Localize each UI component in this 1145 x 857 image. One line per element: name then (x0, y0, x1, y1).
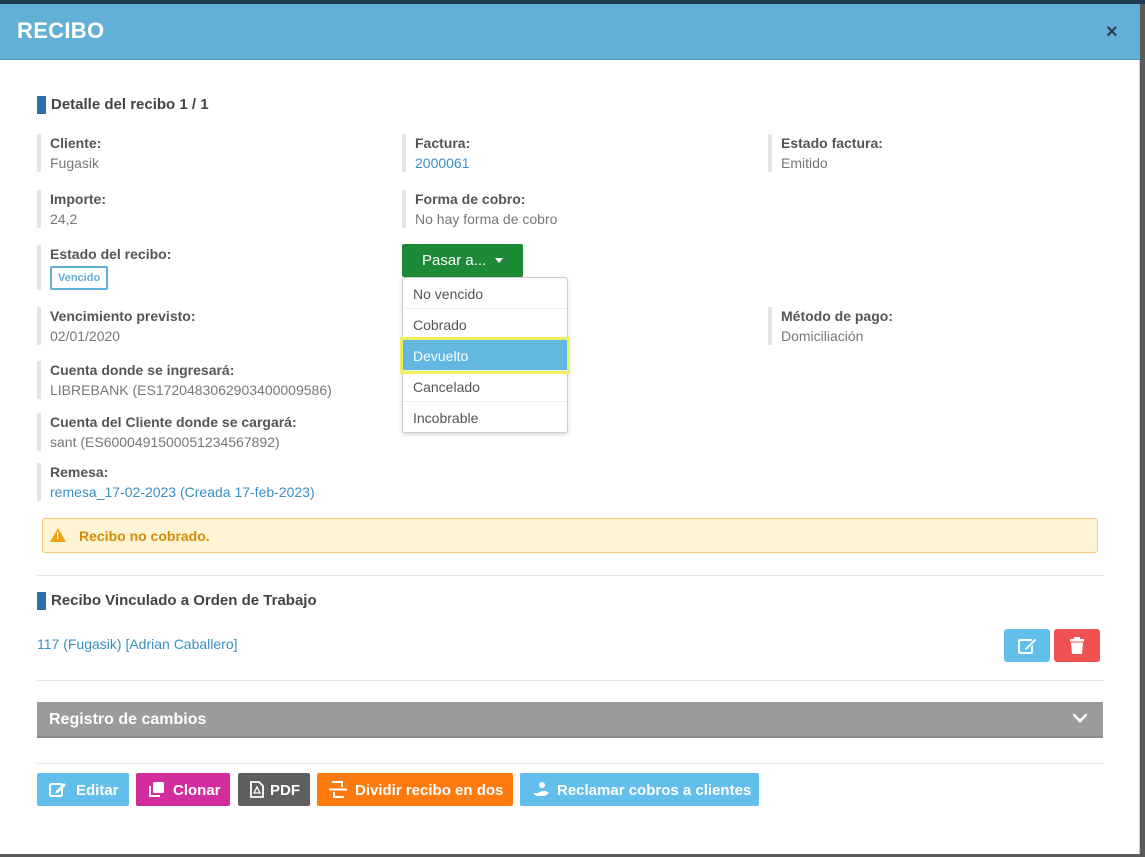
field-estado-recibo: Estado del recibo: Vencido (37, 245, 171, 290)
divider (37, 575, 1103, 576)
menu-item-devuelto[interactable]: Devuelto (400, 337, 570, 374)
editar-label: Editar (76, 782, 119, 799)
field-metodo-pago: Método de pago: Domiciliación (768, 307, 893, 345)
field-remesa: Remesa: remesa_17-02-2023 (Creada 17-feb… (37, 463, 315, 501)
warning-alert: ! Recibo no cobrado. (42, 518, 1098, 553)
field-value: Fugasik (50, 155, 100, 171)
registro-cambios-accordion[interactable]: Registro de cambios (37, 702, 1103, 738)
hand-coin-icon (533, 782, 549, 796)
field-label: Forma de cobro: (415, 191, 526, 207)
field-value: Emitido (781, 155, 828, 171)
accordion-title: Registro de cambios (49, 711, 207, 728)
warning-icon: ! (50, 528, 66, 542)
modal-title: RECIBO (17, 18, 105, 43)
delete-link-button[interactable] (1054, 629, 1100, 662)
field-value: sant (ES6000491500051234567892) (50, 434, 280, 450)
pasar-a-dropdown-button[interactable]: Pasar a... (402, 244, 523, 277)
menu-item-cancelado[interactable]: Cancelado (403, 371, 567, 402)
modal-header: RECIBO × (0, 4, 1140, 60)
factura-link[interactable]: 2000061 (415, 154, 470, 172)
field-label: Importe: (50, 191, 106, 207)
alert-text: Recibo no cobrado. (79, 528, 210, 544)
status-badge: Vencido (50, 266, 109, 290)
field-vencimiento: Vencimiento previsto: 02/01/2020 (37, 307, 195, 345)
caret-down-icon (495, 258, 503, 263)
field-cuenta-cliente: Cuenta del Cliente donde se cargará: san… (37, 413, 297, 451)
pasar-a-menu: No vencido Cobrado Devuelto Cancelado In… (400, 277, 570, 433)
divider (37, 680, 1103, 681)
pdf-label: PDF (270, 782, 300, 799)
field-value: LIBREBANK (ES1720483062903400009586) (50, 382, 332, 398)
dividir-label: Dividir recibo en dos (355, 782, 504, 799)
field-importe: Importe: 24,2 (37, 190, 106, 228)
edit-link-button[interactable] (1004, 629, 1050, 662)
chevron-down-icon (1073, 713, 1087, 723)
close-icon[interactable]: × (1106, 21, 1118, 44)
section-title-detalle: Detalle del recibo 1 / 1 (37, 96, 209, 114)
field-value: 02/01/2020 (50, 328, 121, 344)
field-cuenta-ingreso: Cuenta donde se ingresará: LIBREBANK (ES… (37, 361, 332, 399)
divider (37, 763, 1103, 764)
field-label: Cuenta donde se ingresará: (50, 362, 235, 378)
reclamar-button[interactable]: Reclamar cobros a clientes (520, 773, 759, 806)
editar-button[interactable]: Editar (37, 773, 129, 806)
field-label: Método de pago: (781, 308, 893, 324)
pdf-file-icon (250, 781, 264, 798)
field-factura: Factura: 2000061 (402, 134, 470, 172)
pdf-button[interactable]: PDF (238, 773, 310, 806)
pasar-a-label: Pasar a... (422, 252, 487, 269)
clonar-label: Clonar (173, 782, 221, 799)
field-label: Estado del recibo: (50, 246, 172, 262)
field-label: Factura: (415, 135, 471, 151)
field-label: Estado factura: (781, 135, 883, 151)
field-label: Vencimiento previsto: (50, 308, 196, 324)
orden-trabajo-link[interactable]: 117 (Fugasik) [Adrian Caballero] (37, 636, 238, 652)
trash-icon (1070, 637, 1084, 654)
split-icon (329, 781, 347, 798)
menu-item-cobrado[interactable]: Cobrado (403, 309, 567, 340)
remesa-link[interactable]: remesa_17-02-2023 (Creada 17-feb-2023) (50, 483, 315, 501)
field-label: Remesa: (50, 464, 109, 480)
edit-icon (1018, 637, 1038, 654)
field-value: Domiciliación (781, 328, 864, 344)
dividir-button[interactable]: Dividir recibo en dos (317, 773, 513, 806)
menu-item-incobrable[interactable]: Incobrable (403, 402, 567, 433)
section-title-vinculado: Recibo Vinculado a Orden de Trabajo (37, 592, 317, 610)
menu-item-no-vencido[interactable]: No vencido (403, 278, 567, 309)
receipt-modal: RECIBO × Detalle del recibo 1 / 1 Client… (0, 4, 1140, 854)
field-label: Cliente: (50, 135, 102, 151)
field-cliente: Cliente: Fugasik (37, 134, 101, 172)
field-forma-cobro: Forma de cobro: No hay forma de cobro (402, 190, 557, 228)
reclamar-label: Reclamar cobros a clientes (557, 782, 752, 799)
clonar-button[interactable]: Clonar (136, 773, 230, 806)
field-estado-factura: Estado factura: Emitido (768, 134, 883, 172)
edit-icon (49, 783, 66, 797)
copy-icon (149, 782, 164, 797)
field-value: No hay forma de cobro (415, 211, 558, 227)
field-label: Cuenta del Cliente donde se cargará: (50, 414, 297, 430)
field-value: 24,2 (50, 211, 78, 227)
